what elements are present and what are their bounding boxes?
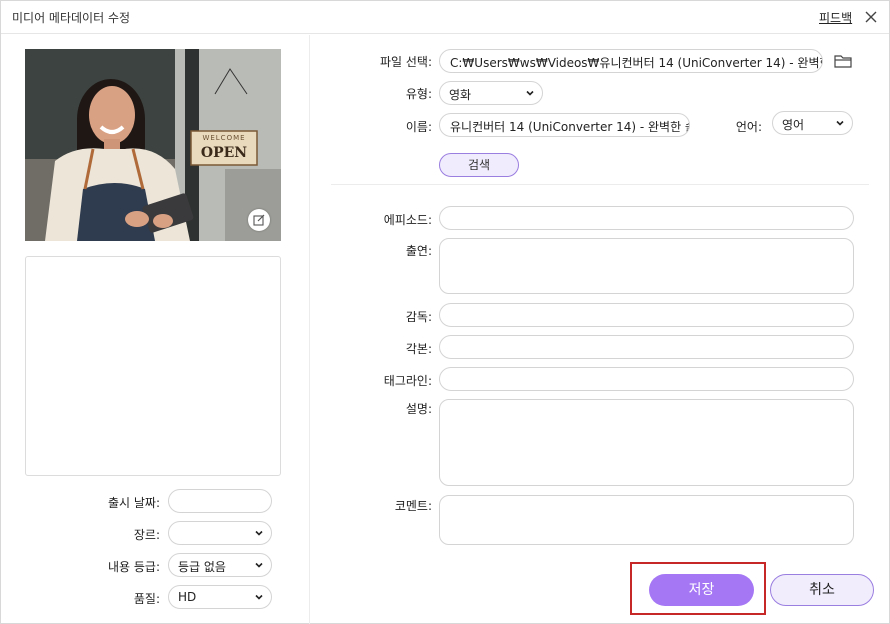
dialog-title: 미디어 메타데이터 수정 — [12, 11, 131, 25]
description-textarea[interactable] — [439, 399, 854, 486]
director-label: 감독: — [405, 310, 432, 324]
comment-textarea[interactable] — [439, 495, 854, 545]
pane-divider — [309, 35, 310, 624]
sign-welcome-text: WELCOME — [202, 134, 246, 142]
title-bar: 미디어 메타데이터 수정 피드백 — [1, 1, 889, 34]
chevron-down-icon — [255, 594, 263, 600]
thumbnail-image: WELCOME OPEN — [25, 49, 281, 241]
tagline-input[interactable] — [439, 367, 854, 391]
search-button[interactable]: 검색 — [439, 153, 519, 177]
cast-label: 출연: — [405, 244, 432, 258]
chevron-down-icon — [836, 120, 844, 126]
tagline-label: 태그라인: — [383, 374, 432, 388]
type-label: 유형: — [405, 87, 432, 101]
language-label: 언어: — [735, 120, 762, 134]
metadata-dialog: 미디어 메타데이터 수정 피드백 WELCOME OPEN 출시 날짜: 장르:… — [0, 0, 890, 624]
name-label: 이름: — [405, 120, 432, 134]
thumbnail-info-box — [25, 256, 281, 476]
release-date-label: 출시 날짜: — [107, 496, 160, 510]
name-input[interactable]: 유니컨버터 14 (UniConverter 14) - 완벽한 솔 — [439, 113, 690, 137]
description-label: 설명: — [405, 402, 432, 416]
edit-icon — [253, 214, 265, 226]
quality-select[interactable]: HD — [168, 585, 272, 609]
feedback-link[interactable]: 피드백 — [819, 9, 852, 26]
content-rating-label: 내용 등급: — [107, 560, 160, 574]
sign-open-text: OPEN — [200, 145, 248, 161]
section-divider — [331, 184, 869, 185]
chevron-down-icon — [255, 562, 263, 568]
type-select[interactable]: 영화 — [439, 81, 543, 105]
folder-icon[interactable] — [834, 53, 852, 69]
language-select[interactable]: 영어 — [772, 111, 853, 135]
file-path-input[interactable]: C:₩Users₩ws₩Videos₩유니컨버터 14 (UniConverte… — [439, 49, 823, 73]
cast-textarea[interactable] — [439, 238, 854, 294]
file-select-label: 파일 선택: — [379, 55, 432, 69]
screenplay-input[interactable] — [439, 335, 854, 359]
close-icon[interactable] — [863, 9, 879, 25]
comment-label: 코멘트: — [394, 499, 432, 513]
screenplay-label: 각본: — [405, 342, 432, 356]
chevron-down-icon — [526, 90, 534, 96]
chevron-down-icon — [255, 530, 263, 536]
genre-label: 장르: — [133, 528, 160, 542]
genre-select[interactable] — [168, 521, 272, 545]
episode-input[interactable] — [439, 206, 854, 230]
release-date-input[interactable] — [168, 489, 272, 513]
content-rating-select[interactable]: 등급 없음 — [168, 553, 272, 577]
director-input[interactable] — [439, 303, 854, 327]
quality-label: 품질: — [133, 592, 160, 606]
save-button[interactable]: 저장 — [649, 574, 754, 606]
cancel-button[interactable]: 취소 — [770, 574, 874, 606]
edit-thumbnail-button[interactable] — [248, 209, 270, 231]
episode-label: 에피소드: — [383, 213, 432, 227]
